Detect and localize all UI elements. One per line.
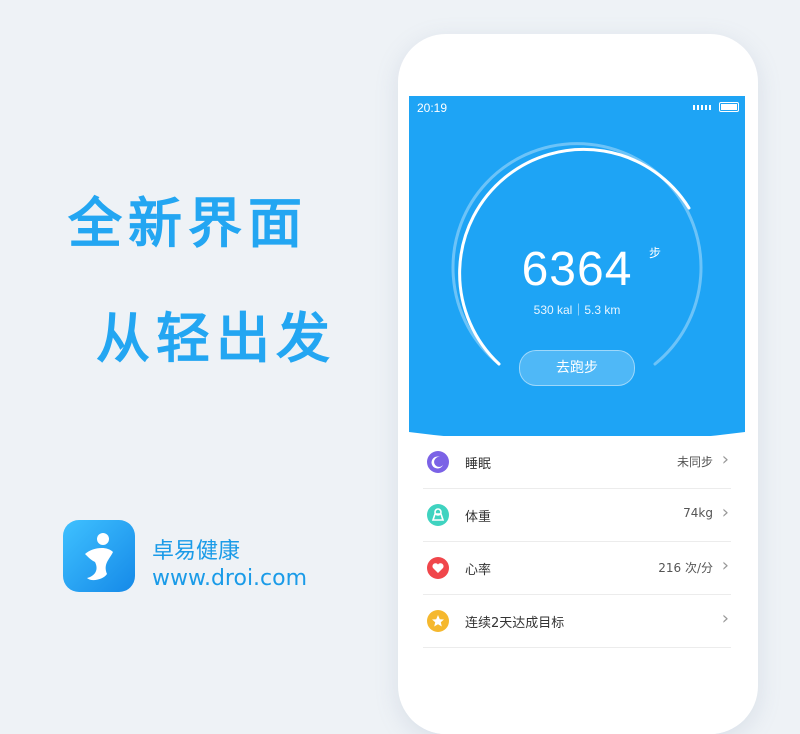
list-item-value: 216 次/分	[658, 561, 713, 575]
list-item-label: 体重	[465, 510, 492, 525]
signal-icon	[693, 104, 711, 110]
headline-line-1: 全新界面	[68, 192, 308, 255]
runner-icon	[85, 533, 113, 581]
list-item-weight[interactable]: 体重 74kg ›	[423, 489, 731, 542]
list-item-label: 心率	[465, 563, 492, 578]
headline-line-2: 从轻出发	[96, 307, 336, 370]
list-item-value: 未同步	[676, 455, 713, 469]
moon-icon	[427, 451, 449, 473]
health-list: 睡眠 未同步 › 体重 74kg › 心率 216 次/分 › 连续2天达成目标…	[409, 436, 745, 648]
chevron-right-icon: ›	[721, 449, 729, 470]
chevron-right-icon: ›	[721, 555, 729, 576]
list-item-sleep[interactable]: 睡眠 未同步 ›	[423, 436, 731, 489]
step-unit: 步	[649, 246, 662, 260]
step-summary: 530 kal｜5.3 km	[533, 303, 621, 317]
chevron-right-icon: ›	[721, 608, 729, 629]
phone-frame: 20:19 6364 步 530 kal｜5.3 km 去跑步 睡眠 未同步 ›	[398, 34, 758, 734]
status-icons	[693, 102, 739, 112]
step-count: 6364	[521, 243, 633, 296]
brand-name: 卓易健康	[152, 539, 241, 564]
list-item-label: 睡眠	[465, 457, 492, 472]
heart-icon	[427, 557, 449, 579]
status-time: 20:19	[417, 101, 448, 115]
step-hero: 20:19 6364 步 530 kal｜5.3 km 去跑步	[409, 96, 745, 456]
list-item-goal-streak[interactable]: 连续2天达成目标 ›	[423, 595, 731, 648]
scale-icon	[427, 504, 449, 526]
chevron-right-icon: ›	[721, 502, 729, 523]
list-item-label: 连续2天达成目标	[465, 616, 565, 631]
start-run-button[interactable]: 去跑步	[519, 350, 635, 386]
battery-icon	[719, 102, 739, 112]
list-item-value: 74kg	[683, 506, 713, 520]
star-icon	[427, 610, 449, 632]
app-screen: 20:19 6364 步 530 kal｜5.3 km 去跑步 睡眠 未同步 ›	[409, 96, 745, 734]
list-item-heart-rate[interactable]: 心率 216 次/分 ›	[423, 542, 731, 595]
app-logo	[63, 520, 135, 592]
brand-url: www.droi.com	[152, 566, 308, 591]
